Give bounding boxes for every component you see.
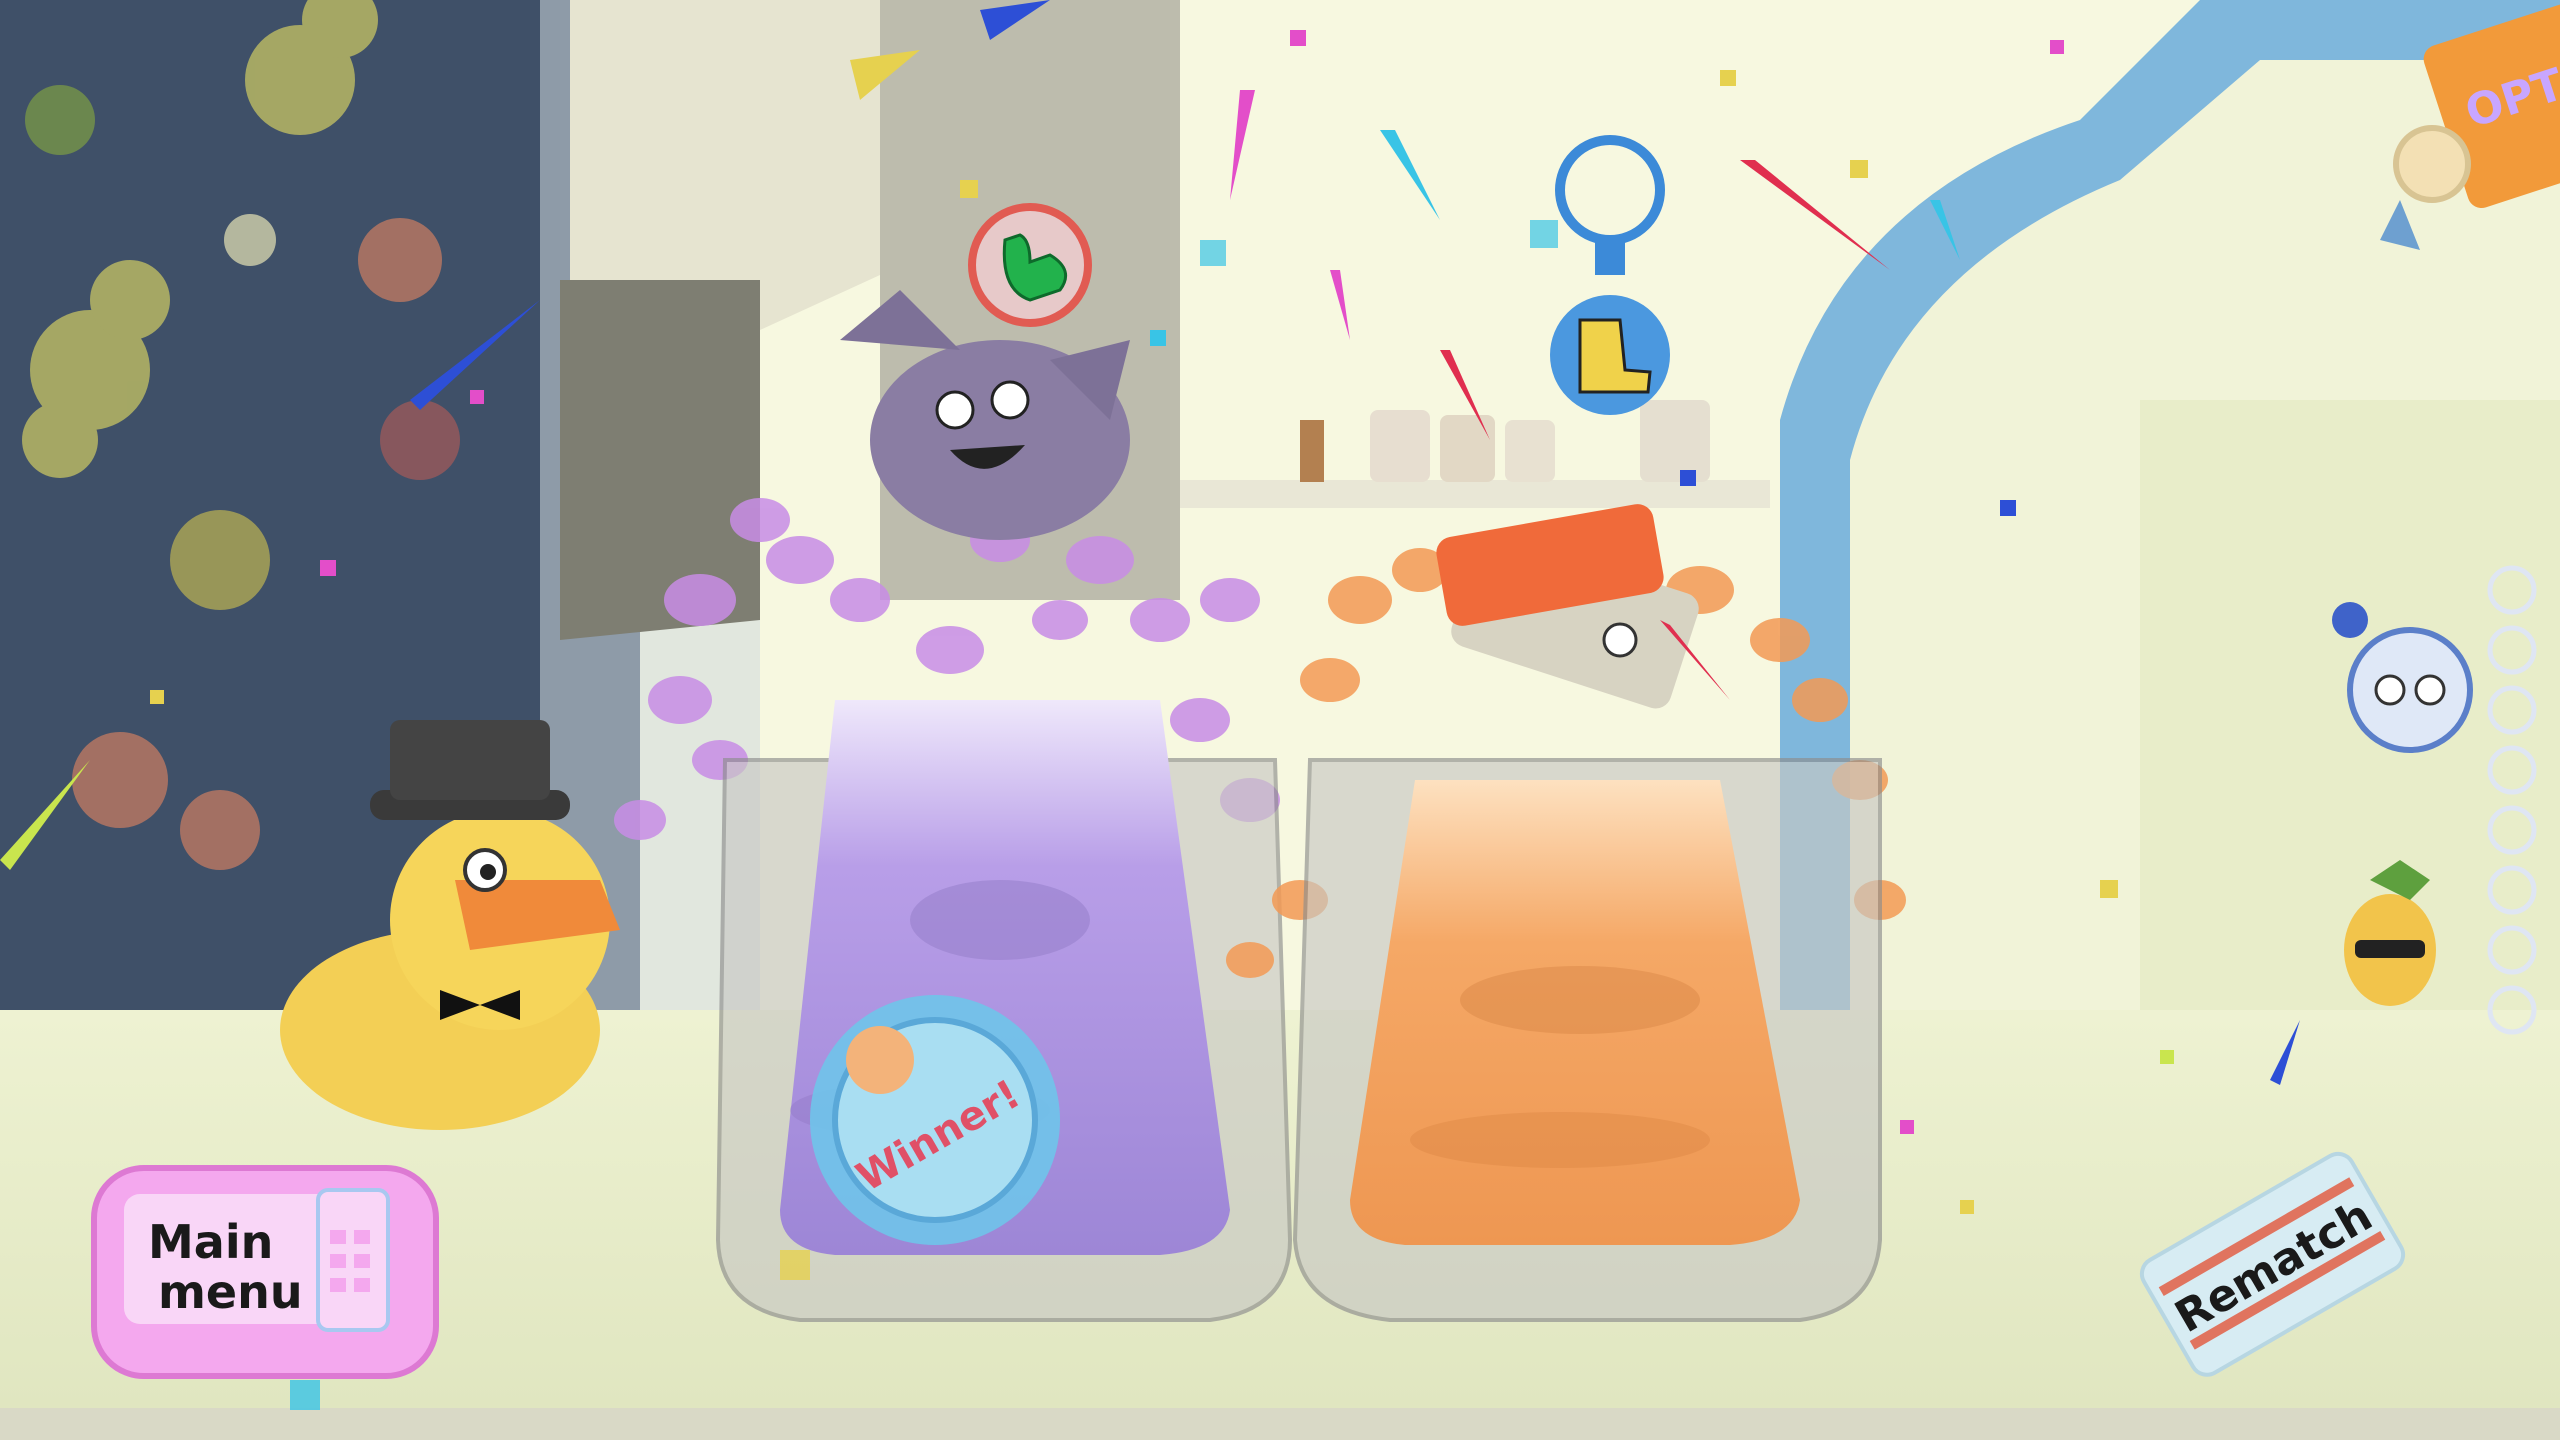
- rematch-button[interactable]: Rematch: [2130, 1140, 2410, 1380]
- main-menu-button[interactable]: Main menu: [88, 1150, 448, 1385]
- right-jar: [1292, 758, 1882, 1322]
- keypad-icon: [316, 1188, 390, 1332]
- rematch-button-shape: Rematch: [2139, 1151, 2406, 1377]
- main-menu-label-line1: Main: [148, 1215, 273, 1269]
- muscle-arm-icon: [968, 203, 1092, 327]
- left-jar: [715, 700, 1293, 1322]
- top-hat-icon: [370, 720, 570, 820]
- winner-badge: Winner!: [810, 995, 1060, 1245]
- counter-edge: [0, 1408, 2560, 1440]
- lemon-slice-icon: [846, 1026, 914, 1094]
- main-menu-button-shape: Main menu: [91, 1165, 439, 1379]
- main-menu-label-line2: menu: [158, 1265, 303, 1319]
